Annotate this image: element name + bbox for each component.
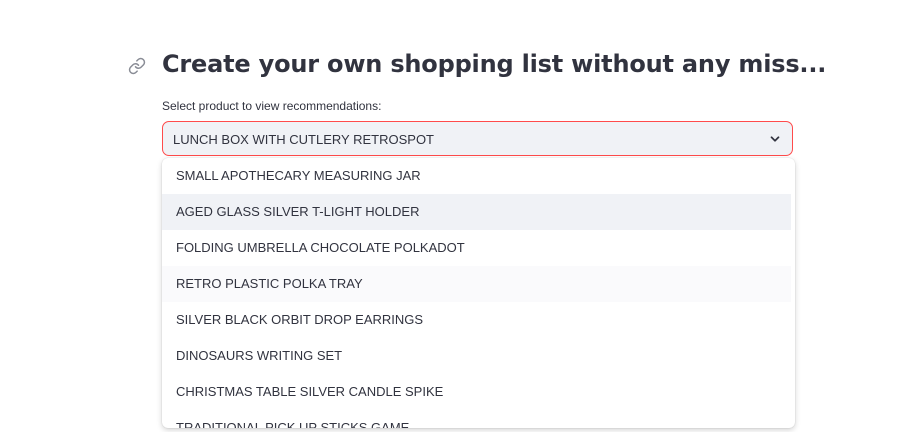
dropdown-option[interactable]: SMALL APOTHECARY MEASURING JAR <box>162 158 791 194</box>
dropdown-option[interactable]: FOLDING UMBRELLA CHOCOLATE POLKADOT <box>162 230 791 266</box>
dropdown-option[interactable]: SILVER BLACK ORBIT DROP EARRINGS <box>162 302 791 338</box>
dropdown-option[interactable]: AGED GLASS SILVER T-LIGHT HOLDER <box>162 194 791 230</box>
select-value: LUNCH BOX WITH CUTLERY RETROSPOT <box>173 132 434 147</box>
dropdown-option[interactable]: DINOSAURS WRITING SET <box>162 338 791 374</box>
dropdown-menu: SMALL APOTHECARY MEASURING JAR AGED GLAS… <box>162 158 795 428</box>
chevron-down-icon[interactable] <box>768 132 782 146</box>
app-page: Create your own shopping list without an… <box>0 0 915 432</box>
dropdown-option[interactable]: CHRISTMAS TABLE SILVER CANDLE SPIKE <box>162 374 791 410</box>
product-select[interactable]: LUNCH BOX WITH CUTLERY RETROSPOT <box>162 121 793 156</box>
select-label: Select product to view recommendations: <box>162 99 382 113</box>
dropdown-option[interactable]: TRADITIONAL PICK UP STICKS GAME <box>162 410 791 428</box>
page-title: Create your own shopping list without an… <box>162 50 827 78</box>
dropdown-option[interactable]: RETRO PLASTIC POLKA TRAY <box>162 266 791 302</box>
link-icon[interactable] <box>128 57 146 75</box>
